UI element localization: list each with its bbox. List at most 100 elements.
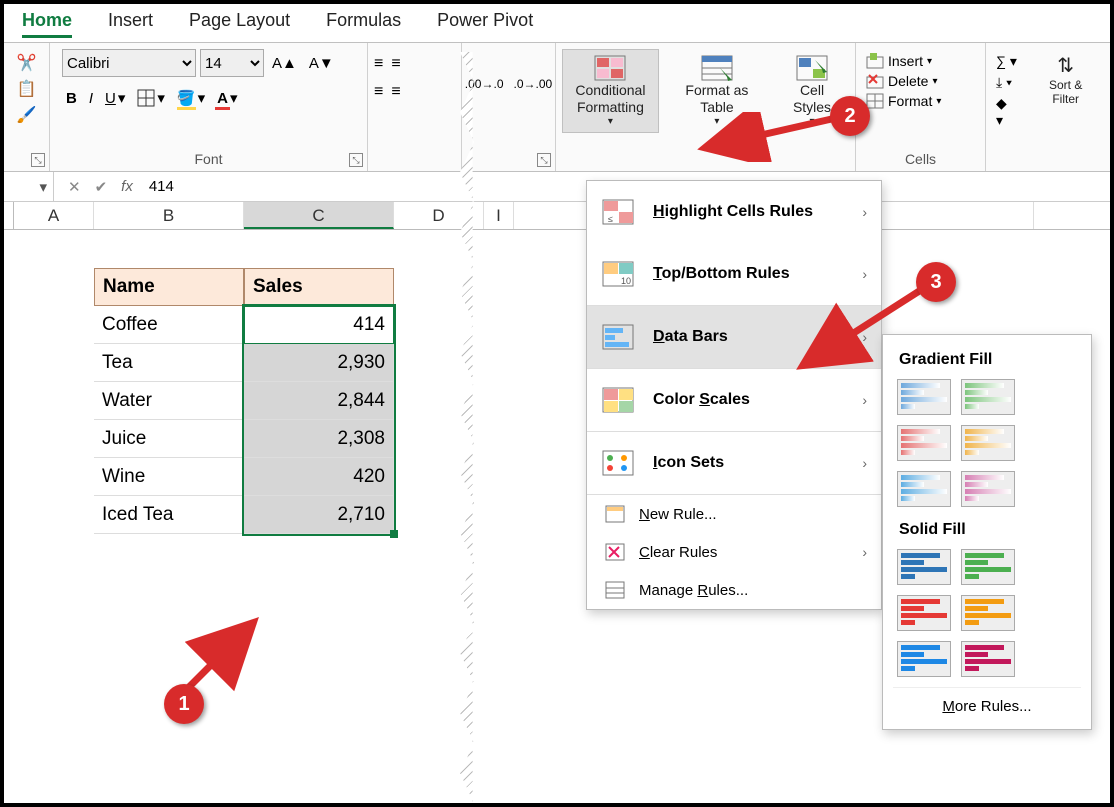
- gradient-databar-swatch[interactable]: [897, 379, 951, 415]
- svg-text:10: 10: [621, 276, 631, 286]
- table-cell-name[interactable]: Water: [94, 382, 244, 420]
- menu-top-bottom-rules[interactable]: 10 Top/Bottom Rules ›: [587, 243, 881, 305]
- col-A[interactable]: A: [14, 202, 94, 229]
- cancel-formula-icon[interactable]: ✕: [68, 178, 81, 196]
- format-as-table-icon: [700, 54, 734, 82]
- table-cell-sales[interactable]: 414: [244, 306, 394, 344]
- tab-power-pivot[interactable]: Power Pivot: [437, 10, 533, 38]
- solid-databar-swatch[interactable]: [961, 641, 1015, 677]
- align-top-icon[interactable]: ≡: [374, 55, 383, 73]
- increase-decimal-icon[interactable]: .00→.0: [465, 77, 504, 91]
- formula-value[interactable]: 414: [141, 178, 174, 195]
- conditional-formatting-button[interactable]: Conditional Formatting ▾: [562, 49, 659, 133]
- col-C[interactable]: C: [244, 202, 394, 229]
- autosum-button[interactable]: ∑ ▾: [992, 51, 1021, 72]
- format-cells-button[interactable]: Format ▾: [862, 91, 945, 111]
- gradient-databar-swatch[interactable]: [961, 379, 1015, 415]
- align-mid-icon[interactable]: ≡: [391, 55, 400, 73]
- tab-formulas[interactable]: Formulas: [326, 10, 401, 38]
- table-cell-sales[interactable]: 2,308: [244, 420, 394, 458]
- accept-formula-icon[interactable]: ✔: [95, 178, 108, 196]
- table-cell-name[interactable]: Juice: [94, 420, 244, 458]
- tab-home[interactable]: Home: [22, 10, 72, 38]
- menu-color-scales[interactable]: Color Scales ›: [587, 369, 881, 431]
- decrease-decimal-icon[interactable]: .0→.00: [514, 77, 553, 91]
- delete-cells-icon: [866, 73, 884, 89]
- menu-manage-rules[interactable]: Manage Rules...: [587, 571, 881, 609]
- format-painter-icon[interactable]: 🖌️: [17, 105, 37, 125]
- new-rule-icon: [605, 505, 625, 523]
- header-name[interactable]: Name: [94, 268, 244, 306]
- copy-icon[interactable]: 📋: [17, 79, 37, 99]
- increase-font-icon[interactable]: A▲: [268, 51, 301, 76]
- ribbon-tabs: Home Insert Page Layout Formulas Power P…: [4, 4, 1110, 42]
- font-size-select[interactable]: 14: [200, 49, 264, 77]
- table-cell-name[interactable]: Coffee: [94, 306, 244, 344]
- solid-databar-swatch[interactable]: [897, 595, 951, 631]
- tab-page-layout[interactable]: Page Layout: [189, 10, 290, 38]
- table-cell-sales[interactable]: 2,710: [244, 496, 394, 534]
- select-all-corner[interactable]: [4, 202, 14, 229]
- table-cell-sales[interactable]: 420: [244, 458, 394, 496]
- menu-highlight-cells-rules[interactable]: ≤ Highlight Cells Rules ›: [587, 181, 881, 243]
- svg-text:≤: ≤: [608, 214, 613, 224]
- decrease-font-icon[interactable]: A▼: [305, 51, 338, 76]
- tab-insert[interactable]: Insert: [108, 10, 153, 38]
- table-cell-name[interactable]: Wine: [94, 458, 244, 496]
- align-center-icon[interactable]: ≡: [391, 83, 400, 101]
- align-left-icon[interactable]: ≡: [374, 83, 383, 101]
- font-dialog-launcher[interactable]: ⤡: [349, 153, 363, 167]
- solid-databar-swatch[interactable]: [897, 641, 951, 677]
- format-as-table-button[interactable]: Format as Table ▾: [665, 49, 769, 133]
- sort-filter-button[interactable]: ⇅ Sort & Filter: [1027, 49, 1104, 112]
- font-name-select[interactable]: Calibri: [62, 49, 196, 77]
- cell-styles-icon: [795, 54, 829, 82]
- cut-icon[interactable]: ✂️: [17, 53, 37, 73]
- solid-databar-swatch[interactable]: [961, 549, 1015, 585]
- chevron-right-icon: ›: [862, 544, 867, 560]
- clipboard-dialog-launcher[interactable]: ⤡: [31, 153, 45, 167]
- menu-new-rule[interactable]: New Rule...: [587, 495, 881, 533]
- menu-data-bars[interactable]: Data Bars ›: [587, 306, 881, 368]
- menu-icon-sets[interactable]: Icon Sets ›: [587, 432, 881, 494]
- fill-color-button[interactable]: 🪣 ▾: [173, 85, 209, 111]
- solid-fill-heading: Solid Fill: [893, 517, 1081, 549]
- underline-button[interactable]: U ▾: [101, 85, 129, 111]
- delete-cells-button[interactable]: Delete ▾: [862, 71, 942, 91]
- bold-button[interactable]: B: [62, 86, 81, 111]
- chevron-down-icon: ▾: [809, 116, 814, 128]
- solid-databar-swatch[interactable]: [961, 595, 1015, 631]
- font-color-button[interactable]: A ▾: [213, 85, 241, 111]
- header-sales[interactable]: Sales: [244, 268, 394, 306]
- table-cell-sales[interactable]: 2,930: [244, 344, 394, 382]
- chevron-down-icon: ▾: [608, 116, 613, 128]
- italic-button[interactable]: I: [85, 86, 97, 111]
- data-bars-icon: [601, 322, 635, 352]
- format-cells-icon: [866, 93, 884, 109]
- menu-clear-rules[interactable]: Clear Rules ›: [587, 533, 881, 571]
- clear-button[interactable]: ◆ ▾: [992, 93, 1021, 131]
- ribbon: ✂️ 📋 🖌️ ⤡ Calibri 14 A▲ A▼: [4, 42, 1110, 172]
- insert-cells-button[interactable]: Insert ▾: [862, 51, 936, 71]
- font-group-label: Font: [56, 149, 361, 169]
- fill-button[interactable]: ⤓ ▾: [992, 72, 1016, 93]
- table-cell-name[interactable]: Tea: [94, 344, 244, 382]
- solid-databar-swatch[interactable]: [897, 549, 951, 585]
- col-I[interactable]: I: [484, 202, 514, 229]
- borders-button[interactable]: ▾: [133, 85, 169, 111]
- fx-label[interactable]: fx: [121, 178, 141, 195]
- col-B[interactable]: B: [94, 202, 244, 229]
- name-box[interactable]: ▾: [4, 172, 54, 201]
- gradient-databar-swatch[interactable]: [897, 425, 951, 461]
- number-dialog-launcher[interactable]: ⤡: [537, 153, 551, 167]
- gradient-databar-swatch[interactable]: [961, 471, 1015, 507]
- gradient-fill-heading: Gradient Fill: [893, 347, 1081, 379]
- gradient-databar-swatch[interactable]: [961, 425, 1015, 461]
- table-cell-name[interactable]: Iced Tea: [94, 496, 244, 534]
- table-cell-sales[interactable]: 2,844: [244, 382, 394, 420]
- chevron-right-icon: ›: [862, 329, 867, 345]
- more-rules-link[interactable]: More Rules...: [893, 687, 1081, 719]
- chevron-down-icon: ▾: [714, 116, 719, 128]
- gradient-databar-swatch[interactable]: [897, 471, 951, 507]
- insert-cells-icon: [866, 53, 884, 69]
